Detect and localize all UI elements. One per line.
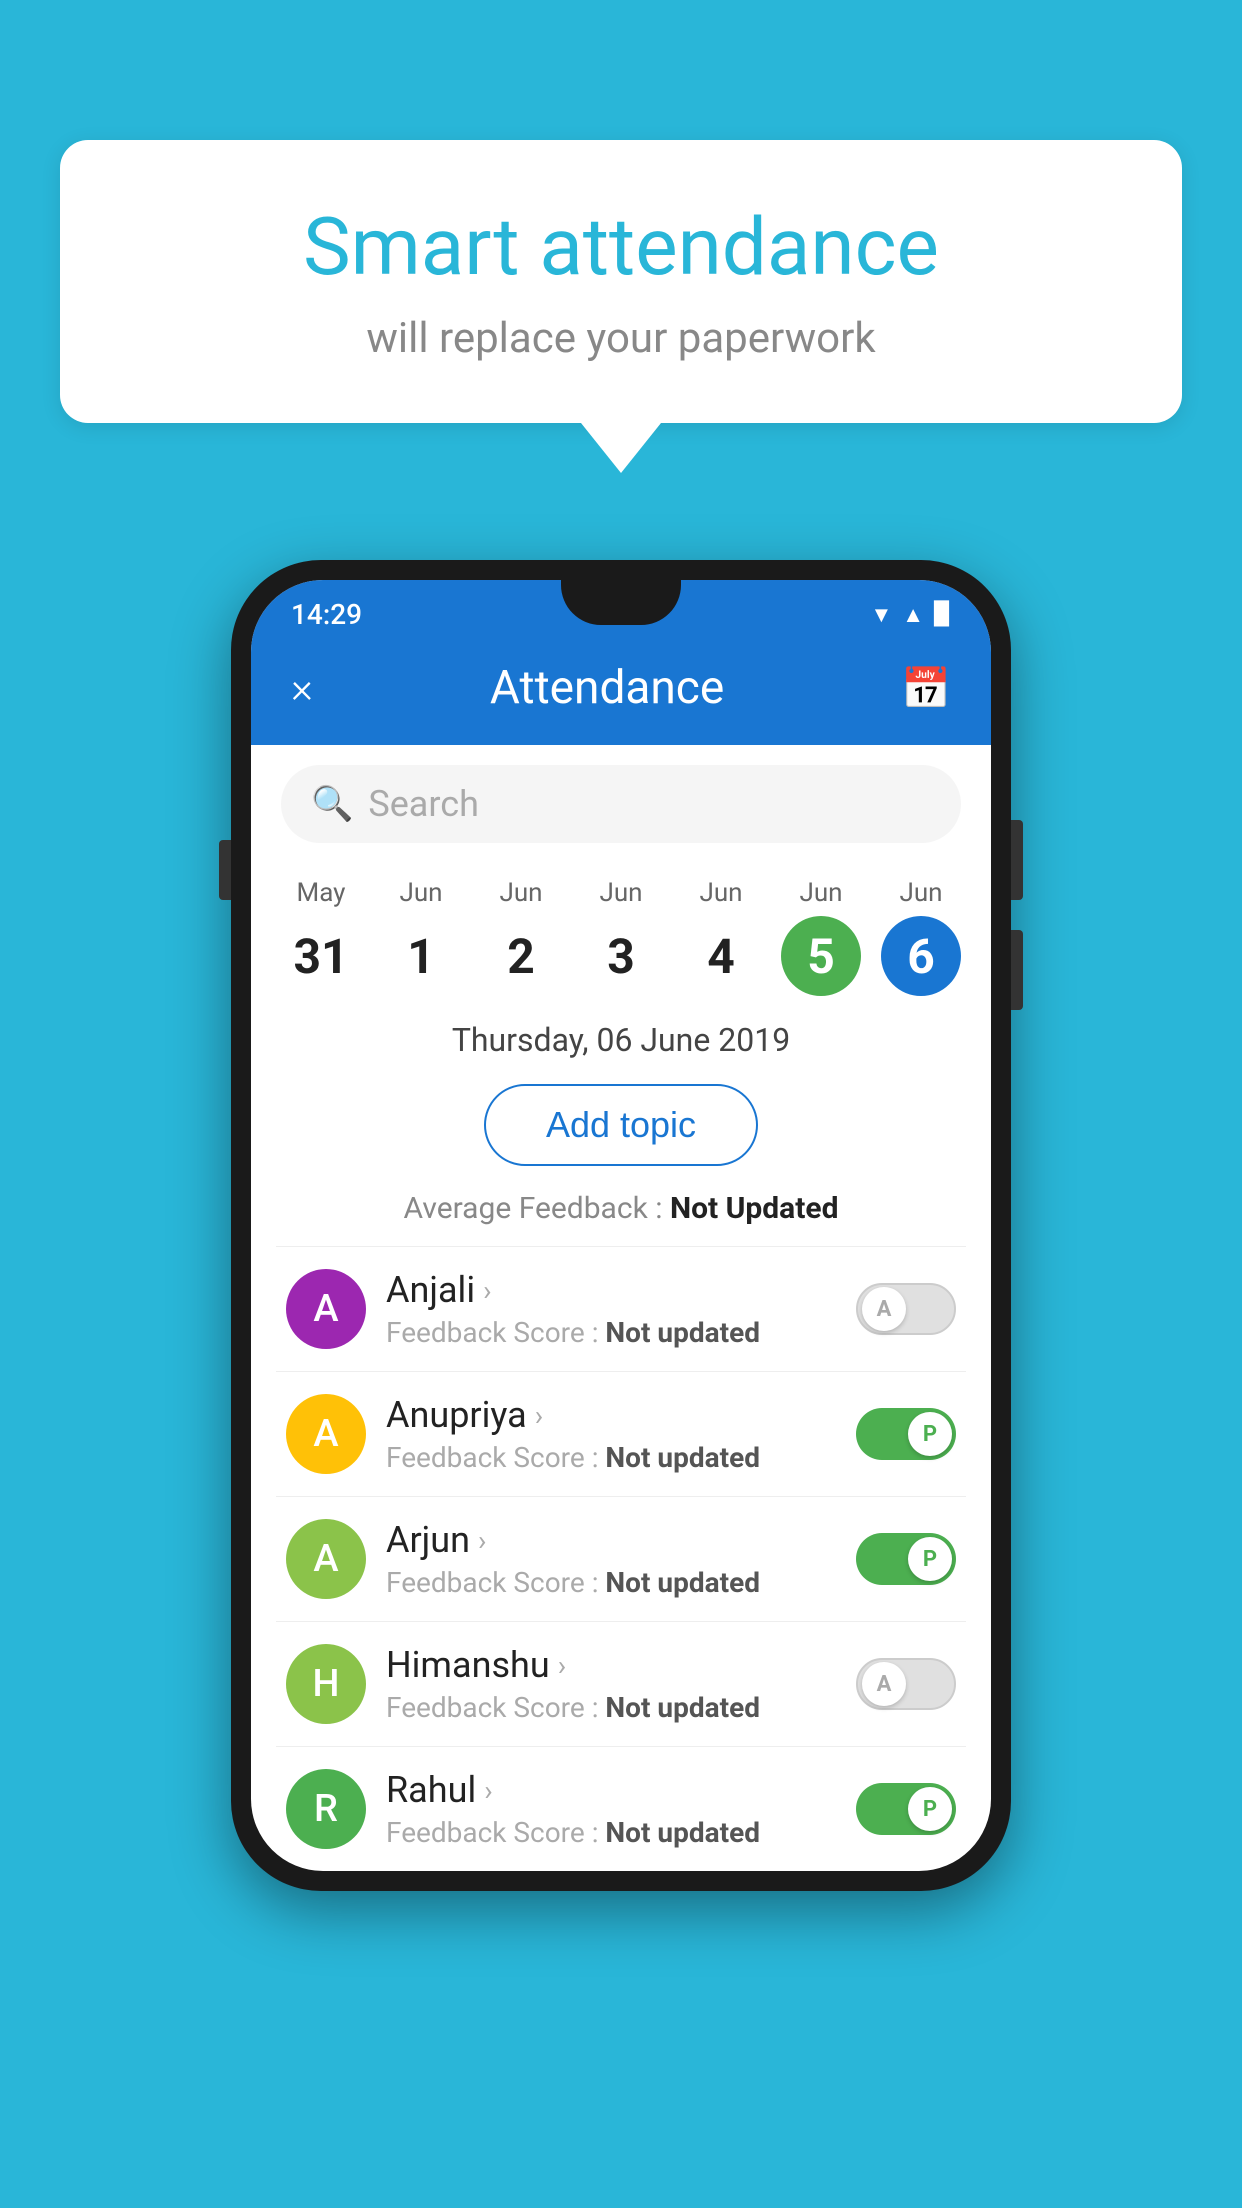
attendance-toggle[interactable]: A — [856, 1283, 956, 1335]
calendar-week-row: May 31 Jun 1 Jun 2 Jun 3 Jun 4 Jun 5 Jun 6 — [251, 863, 991, 996]
cal-date-number: 3 — [581, 916, 661, 996]
toggle-knob: A — [862, 1287, 906, 1331]
average-feedback: Average Feedback : Not Updated — [251, 1181, 991, 1246]
student-name[interactable]: Anupriya › — [386, 1394, 836, 1436]
student-item: A Arjun › Feedback Score : Not updated P — [276, 1496, 966, 1621]
cal-month-label: May — [297, 878, 346, 908]
calendar-icon[interactable]: 📅 — [901, 665, 951, 712]
attendance-toggle[interactable]: P — [856, 1783, 956, 1835]
cal-month-label: Jun — [799, 878, 842, 908]
student-feedback-score: Feedback Score : Not updated — [386, 1816, 836, 1849]
student-item: H Himanshu › Feedback Score : Not updated A — [276, 1621, 966, 1746]
student-info: Arjun › Feedback Score : Not updated — [386, 1519, 836, 1599]
calendar-day-6[interactable]: Jun 6 — [879, 878, 964, 996]
chevron-right-icon: › — [558, 1649, 566, 1682]
speech-bubble-title: Smart attendance — [140, 200, 1102, 294]
student-avatar: H — [286, 1644, 366, 1724]
cal-date-number: 1 — [381, 916, 461, 996]
student-name[interactable]: Arjun › — [386, 1519, 836, 1561]
cal-date-number: 6 — [881, 916, 961, 996]
student-info: Anupriya › Feedback Score : Not updated — [386, 1394, 836, 1474]
cal-date-number: 2 — [481, 916, 561, 996]
student-feedback-score: Feedback Score : Not updated — [386, 1691, 836, 1724]
page-title: Attendance — [490, 661, 724, 715]
student-feedback-score: Feedback Score : Not updated — [386, 1566, 836, 1599]
cal-month-label: Jun — [899, 878, 942, 908]
cal-date-number: 31 — [281, 916, 361, 996]
phone-outer: 14:29 ▼ ▲ ▉ × Attendance 📅 🔍 Search Ma — [231, 560, 1011, 1891]
search-icon: 🔍 — [311, 784, 353, 824]
calendar-day-1[interactable]: Jun 1 — [379, 878, 464, 996]
student-name[interactable]: Anjali › — [386, 1269, 836, 1311]
cal-month-label: Jun — [699, 878, 742, 908]
chevron-right-icon: › — [483, 1274, 491, 1307]
student-feedback-score: Feedback Score : Not updated — [386, 1441, 836, 1474]
toggle-knob: P — [908, 1787, 952, 1831]
cal-month-label: Jun — [599, 878, 642, 908]
attendance-toggle[interactable]: P — [856, 1533, 956, 1585]
app-header: × Attendance 📅 — [251, 641, 991, 745]
student-info: Rahul › Feedback Score : Not updated — [386, 1769, 836, 1849]
toggle-knob: P — [908, 1412, 952, 1456]
cal-month-label: Jun — [499, 878, 542, 908]
status-icons: ▼ ▲ ▉ — [871, 602, 951, 628]
search-bar[interactable]: 🔍 Search — [281, 765, 961, 843]
toggle-knob: P — [908, 1537, 952, 1581]
calendar-day-4[interactable]: Jun 4 — [679, 878, 764, 996]
volume-up-button — [1011, 820, 1023, 900]
attendance-toggle[interactable]: A — [856, 1658, 956, 1710]
calendar-day-3[interactable]: Jun 3 — [579, 878, 664, 996]
status-time: 14:29 — [291, 598, 362, 631]
speech-bubble-container: Smart attendance will replace your paper… — [60, 140, 1182, 473]
student-item: R Rahul › Feedback Score : Not updated P — [276, 1746, 966, 1871]
calendar-day-5[interactable]: Jun 5 — [779, 878, 864, 996]
cal-date-number: 4 — [681, 916, 761, 996]
wifi-icon: ▼ — [871, 602, 893, 628]
add-topic-container: Add topic — [251, 1069, 991, 1181]
add-topic-button[interactable]: Add topic — [484, 1084, 758, 1166]
speech-bubble: Smart attendance will replace your paper… — [60, 140, 1182, 423]
speech-bubble-subtitle: will replace your paperwork — [140, 314, 1102, 363]
toggle-knob: A — [862, 1662, 906, 1706]
cal-month-label: Jun — [399, 878, 442, 908]
student-item: A Anupriya › Feedback Score : Not updated P — [276, 1371, 966, 1496]
student-info: Anjali › Feedback Score : Not updated — [386, 1269, 836, 1349]
student-list: AAnjali ›Feedback Score : Not updatedAAA… — [251, 1246, 991, 1871]
student-info: Himanshu › Feedback Score : Not updated — [386, 1644, 836, 1724]
selected-date-label: Thursday, 06 June 2019 — [452, 1021, 790, 1059]
student-avatar: R — [286, 1769, 366, 1849]
signal-icon: ▲ — [902, 602, 924, 628]
close-button[interactable]: × — [291, 664, 313, 713]
student-avatar: A — [286, 1394, 366, 1474]
volume-down-button — [1011, 930, 1023, 1010]
student-item: A Anjali › Feedback Score : Not updated A — [276, 1246, 966, 1371]
student-feedback-score: Feedback Score : Not updated — [386, 1316, 836, 1349]
speech-bubble-arrow — [581, 423, 661, 473]
phone-screen: 14:29 ▼ ▲ ▉ × Attendance 📅 🔍 Search Ma — [251, 580, 991, 1871]
chevron-right-icon: › — [478, 1524, 486, 1557]
attendance-toggle[interactable]: P — [856, 1408, 956, 1460]
calendar-day-0[interactable]: May 31 — [279, 878, 364, 996]
student-avatar: A — [286, 1269, 366, 1349]
student-name[interactable]: Rahul › — [386, 1769, 836, 1811]
camera-notch — [561, 580, 681, 625]
cal-date-number: 5 — [781, 916, 861, 996]
power-button — [219, 840, 231, 900]
date-info: Thursday, 06 June 2019 — [251, 996, 991, 1069]
search-input[interactable]: Search — [368, 783, 931, 825]
avg-feedback-label: Average Feedback : Not Updated — [404, 1191, 839, 1226]
student-avatar: A — [286, 1519, 366, 1599]
phone-mockup: 14:29 ▼ ▲ ▉ × Attendance 📅 🔍 Search Ma — [231, 560, 1011, 1891]
battery-icon: ▉ — [934, 602, 951, 627]
chevron-right-icon: › — [484, 1774, 492, 1807]
student-name[interactable]: Himanshu › — [386, 1644, 836, 1686]
chevron-right-icon: › — [535, 1399, 543, 1432]
calendar-day-2[interactable]: Jun 2 — [479, 878, 564, 996]
